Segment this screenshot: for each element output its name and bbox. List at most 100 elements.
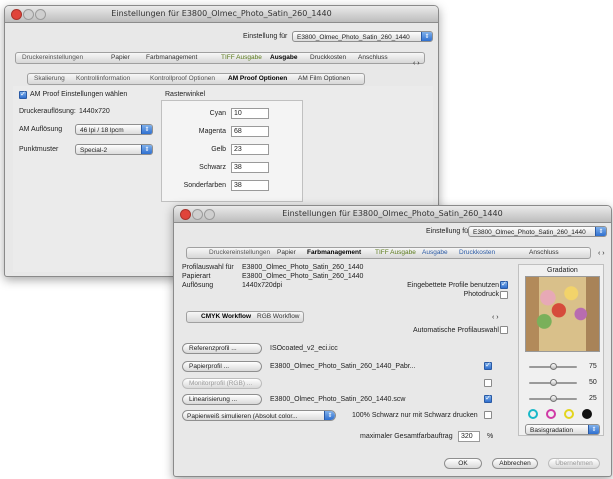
am-aufloesung-select[interactable]: 46 lpi / 18 lpcm ⇕	[75, 124, 153, 135]
slider-knob[interactable]	[550, 379, 557, 386]
tab-skalierung[interactable]: Skalierung	[34, 74, 65, 84]
angle-input-schwarz[interactable]: 38	[231, 162, 269, 173]
popup-arrow-icon: ⇕	[141, 125, 152, 134]
ok-button[interactable]: OK	[444, 458, 482, 469]
tab-druckkosten[interactable]: Druckkosten	[310, 53, 346, 63]
tab-kontrollproof-optionen[interactable]: Kontrollproof Optionen	[150, 74, 215, 84]
photodruck-checkbox[interactable]	[500, 291, 508, 299]
auto-profilauswahl-label: Automatische Profilauswahl	[413, 327, 499, 334]
am-proof-checkbox[interactable]: ✓	[19, 91, 27, 99]
tab-papier[interactable]: Papier	[111, 53, 130, 63]
popup-arrow-icon: ⇕	[588, 425, 599, 434]
window-title: Einstellungen für E3800_Olmec_Photo_Sati…	[282, 209, 503, 218]
yellow-channel-button[interactable]	[564, 409, 574, 419]
angle-input-cyan[interactable]: 10	[231, 108, 269, 119]
gradation-preview-image	[525, 276, 600, 352]
angle-label-schwarz: Schwarz	[199, 164, 226, 171]
tab-cmyk-workflow[interactable]: CMYK Workflow	[201, 312, 251, 322]
tab-nav-arrows[interactable]: ‹ ›	[413, 60, 420, 67]
workflow-nav-arrows[interactable]: ‹ ›	[492, 314, 499, 321]
tab-am-film-optionen[interactable]: AM Film Optionen	[298, 74, 350, 84]
workflow-tab-bar: CMYK Workflow RGB Workflow	[186, 311, 304, 323]
tab-druckereinstellungen[interactable]: Druckereinstellungen	[22, 53, 83, 63]
eingebettete-profile-checkbox[interactable]: ✓	[500, 281, 508, 289]
gradation-slider-50[interactable]	[529, 379, 577, 386]
tab-druckkosten[interactable]: Druckkosten	[459, 248, 495, 258]
monitorprofil-button[interactable]: Monitorprofil (RGB) ...	[182, 378, 262, 389]
druckeraufloesung-label: Druckerauflösung:	[19, 108, 76, 115]
papierart-label: Papierart	[182, 273, 211, 280]
papierart-value: E3800_Olmec_Photo_Satin_260_1440	[242, 273, 364, 280]
einstellung-select[interactable]: E3800_Olmec_Photo_Satin_260_1440 ⇕	[292, 31, 433, 42]
main-tab-bar: Druckereinstellungen Papier Farbmanageme…	[186, 247, 591, 259]
schwarz-checkbox[interactable]	[484, 411, 492, 419]
main-tab-bar: Druckereinstellungen Papier Farbmanageme…	[15, 52, 425, 64]
tab-nav-arrows[interactable]: ‹ ›	[598, 250, 605, 257]
photodruck-label: Photodruck	[463, 291, 499, 298]
uebernehmen-button[interactable]: Übernehmen	[548, 458, 600, 469]
gesamtfarbauftrag-input[interactable]: 320	[458, 431, 480, 442]
tab-ausgabe[interactable]: Ausgabe	[422, 248, 448, 258]
tab-papier[interactable]: Papier	[277, 248, 296, 258]
papierprofil-button[interactable]: Papierprofil ...	[182, 361, 262, 372]
tab-kontrollinformation[interactable]: Kontrollinformation	[76, 74, 130, 84]
linearisierung-checkbox[interactable]: ✓	[484, 395, 492, 403]
gradation-panel: Gradation 75 50 25 Basisgradation ⇕	[518, 264, 604, 436]
monitorprofil-checkbox[interactable]	[484, 379, 492, 387]
referenzprofil-button[interactable]: Referenzprofil ...	[182, 343, 262, 354]
eingebettete-profile-label: Eingebettete Profile benutzen	[407, 282, 499, 289]
am-aufloesung-label: AM Auflösung	[19, 126, 63, 133]
rasterwinkel-box: Cyan 10 Magenta 68 Gelb 23 Schwarz 38 So…	[161, 100, 303, 202]
schwarz-label: 100% Schwarz nur mit Schwarz drucken	[352, 412, 478, 419]
slider-knob[interactable]	[550, 363, 557, 370]
tab-rgb-workflow[interactable]: RGB Workflow	[257, 312, 300, 322]
tab-tiff-ausgabe[interactable]: TIFF Ausgabe	[221, 53, 262, 63]
gradation-slider-75[interactable]	[529, 363, 577, 370]
angle-input-gelb[interactable]: 23	[231, 144, 269, 155]
cyan-channel-button[interactable]	[528, 409, 538, 419]
tab-anschluss[interactable]: Anschluss	[529, 248, 559, 258]
tab-druckereinstellungen[interactable]: Druckereinstellungen	[209, 248, 270, 258]
einstellung-select[interactable]: E3800_Olmec_Photo_Satin_260_1440 ⇕	[468, 226, 607, 237]
linearisierung-button[interactable]: Linearisierung ...	[182, 394, 262, 405]
popup-arrow-icon: ⇕	[595, 227, 606, 236]
basisgradation-select[interactable]: Basisgradation ⇕	[525, 424, 600, 435]
angle-input-magenta[interactable]: 68	[231, 126, 269, 137]
gradation-title: Gradation	[547, 267, 578, 274]
tab-anschluss[interactable]: Anschluss	[358, 53, 388, 63]
black-channel-button[interactable]	[582, 409, 592, 419]
profilauswahl-label: Profilauswahl für	[182, 264, 234, 271]
slider-knob[interactable]	[550, 395, 557, 402]
tab-am-proof-optionen[interactable]: AM Proof Optionen	[228, 74, 287, 84]
tab-tiff-ausgabe[interactable]: TIFF Ausgabe	[375, 248, 416, 258]
tab-farbmanagement[interactable]: Farbmanagement	[307, 248, 361, 258]
papierprofil-value: E3800_Olmec_Photo_Satin_260_1440_Pabr...	[270, 363, 416, 370]
am-proof-label: AM Proof Einstellungen wählen	[30, 91, 128, 98]
tab-farbmanagement[interactable]: Farbmanagement	[146, 53, 197, 63]
punktmuster-select[interactable]: Special-2 ⇕	[75, 144, 153, 155]
linearisierung-value: E3800_Olmec_Photo_Satin_260_1440.scw	[270, 396, 406, 403]
window-title: Einstellungen für E3800_Olmec_Photo_Sati…	[111, 9, 332, 18]
slider-value-25: 25	[589, 395, 597, 402]
aufloesung-label: Auflösung	[182, 282, 214, 289]
tab-ausgabe[interactable]: Ausgabe	[270, 53, 297, 63]
rasterwinkel-title: Rasterwinkel	[165, 91, 206, 98]
papierweiss-select[interactable]: Papierweiß simulieren (Absolut color... ⇕	[182, 410, 336, 421]
auto-profilauswahl-checkbox[interactable]	[500, 326, 508, 334]
angle-label-sonderfarben: Sonderfarben	[183, 182, 226, 189]
einstellung-label: Einstellung für	[426, 228, 471, 235]
sub-tab-bar: Skalierung Kontrollinformation Kontrollp…	[27, 73, 365, 85]
angle-input-sonderfarben[interactable]: 38	[231, 180, 269, 191]
magenta-channel-button[interactable]	[546, 409, 556, 419]
abbrechen-button[interactable]: Abbrechen	[492, 458, 538, 469]
gesamtfarbauftrag-unit: %	[487, 433, 494, 440]
gesamtfarbauftrag-label: maximaler Gesamtfarbauftrag	[360, 433, 453, 440]
papierprofil-checkbox[interactable]: ✓	[484, 362, 492, 370]
gradation-slider-25[interactable]	[529, 395, 577, 402]
punktmuster-label: Punktmuster	[19, 146, 59, 153]
einstellung-label: Einstellung für	[243, 33, 288, 40]
popup-arrow-icon: ⇕	[421, 32, 432, 41]
angle-label-cyan: Cyan	[209, 110, 226, 117]
popup-arrow-icon: ⇕	[141, 145, 152, 154]
settings-window-farbmanagement: Einstellungen für E3800_Olmec_Photo_Sati…	[173, 205, 612, 477]
